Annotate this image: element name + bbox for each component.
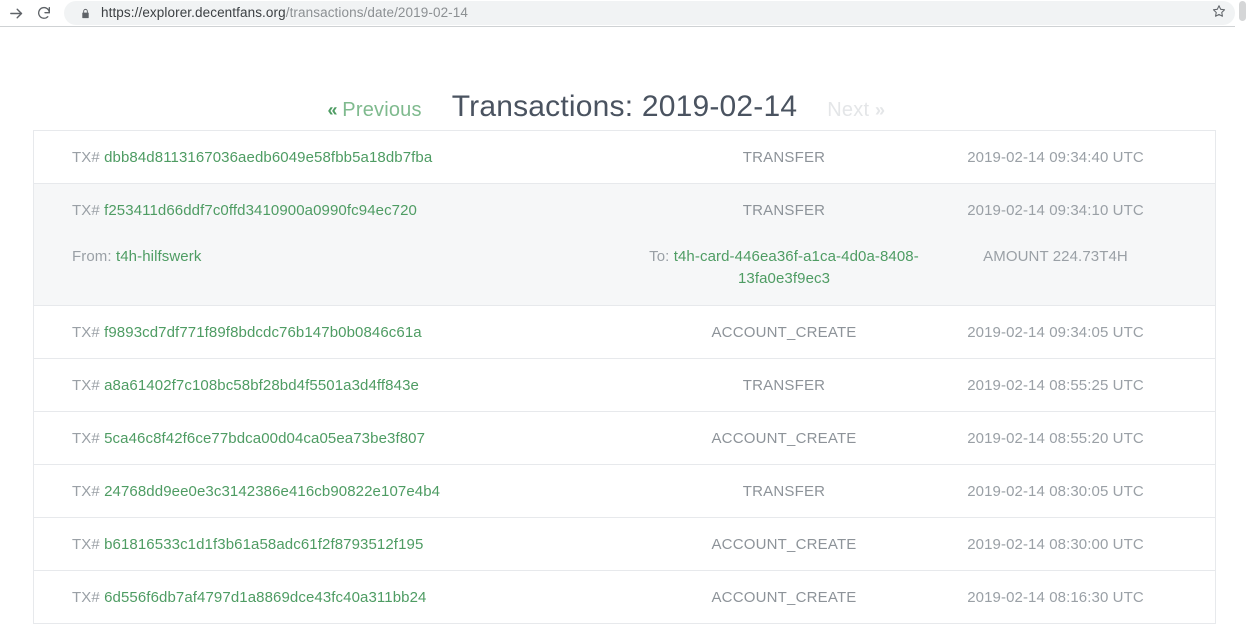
next-page-link[interactable]: Next » [797, 99, 987, 122]
from-account-link[interactable]: t4h-hilfswerk [116, 248, 202, 265]
transaction-type-cell: ACCOUNT_CREATE [711, 588, 857, 606]
transaction-type-cell: TRANSFER [742, 148, 826, 166]
transaction-time-cell: 2019-02-14 08:16:30 UTC [967, 588, 1144, 606]
tx-prefix-label: TX# [72, 588, 100, 606]
transaction-hash-link[interactable]: f9893cd7df771f89f8bdcdc76b147b0b0846c61a [104, 324, 422, 341]
table-row[interactable]: TX# f9893cd7df771f89f8bdcdc76b147b0b0846… [34, 306, 1215, 359]
transaction-type-cell: ACCOUNT_CREATE [711, 535, 857, 553]
transaction-type-cell: TRANSFER [742, 482, 826, 500]
transaction-time-cell: 2019-02-14 08:55:25 UTC [967, 376, 1144, 394]
transaction-hash-link[interactable]: 6d556f6db7af4797d1a8869dce43fc40a311bb24 [104, 589, 426, 606]
transaction-time-cell: 2019-02-14 09:34:05 UTC [967, 323, 1144, 341]
tx-prefix-label: TX# [72, 429, 100, 447]
transaction-hash-link[interactable]: f253411d66ddf7c0ffd3410900a0990fc94ec720 [104, 202, 417, 219]
amount-value: 224.73T4H [1052, 248, 1128, 265]
transaction-hash-link[interactable]: 24768dd9ee0e3c3142386e416cb90822e107e4b4 [104, 483, 440, 500]
forward-button[interactable] [2, 1, 30, 25]
bookmark-button[interactable] [1207, 1, 1231, 25]
transaction-summary: TX# a8a61402f7c108bc58bf28bd4f5501a3d4ff… [34, 359, 1215, 411]
url-text[interactable]: https://explorer.decentfans.org/transact… [101, 1, 1207, 25]
url-domain: https://explorer.decentfans.org [101, 5, 286, 20]
lock-icon [78, 6, 92, 20]
tx-prefix-label: TX# [72, 323, 100, 341]
transaction-type-cell: TRANSFER [742, 376, 826, 394]
transactions-table: TX# dbb84d8113167036aedb6049e58fbb5a18db… [33, 130, 1216, 624]
table-row[interactable]: TX# 5ca46c8f42f6ce77bdca00d04ca05ea73be3… [34, 412, 1215, 465]
transaction-hash-cell[interactable]: TX# b61816533c1d1f3b61a58adc61f2f8793512… [34, 536, 634, 553]
transaction-from-cell: From: t4h-hilfswerk [34, 246, 634, 268]
page-content: « Previous Transactions: 2019-02-14 Next… [0, 27, 1249, 642]
transaction-summary: TX# 6d556f6db7af4797d1a8869dce43fc40a311… [34, 571, 1215, 623]
double-chevron-left-icon: « [327, 100, 338, 120]
transaction-hash-link[interactable]: 5ca46c8f42f6ce77bdca00d04ca05ea73be3f807 [104, 430, 425, 447]
double-chevron-right-icon: » [874, 100, 885, 120]
bookmark-star-icon [1212, 4, 1226, 23]
tx-prefix-label: TX# [72, 201, 100, 219]
transaction-hash-link[interactable]: a8a61402f7c108bc58bf28bd4f5501a3d4ff843e [104, 377, 419, 394]
browser-toolbar: https://explorer.decentfans.org/transact… [0, 0, 1249, 27]
reload-button[interactable] [30, 1, 58, 25]
transaction-amount-cell: AMOUNT 224.73T4H [934, 246, 1215, 268]
transaction-hash-cell[interactable]: TX# 24768dd9ee0e3c3142386e416cb90822e107… [34, 483, 634, 500]
transaction-hash-link[interactable]: dbb84d8113167036aedb6049e58fbb5a18db7fba [104, 149, 432, 166]
table-row[interactable]: TX# 6d556f6db7af4797d1a8869dce43fc40a311… [34, 571, 1215, 624]
transaction-summary: TX# b61816533c1d1f3b61a58adc61f2f8793512… [34, 518, 1215, 570]
scrollbar-thumb[interactable] [1239, 1, 1246, 21]
address-bar[interactable]: https://explorer.decentfans.org/transact… [64, 1, 1235, 25]
transaction-time-cell: 2019-02-14 09:34:10 UTC [967, 201, 1144, 219]
table-row[interactable]: TX# a8a61402f7c108bc58bf28bd4f5501a3d4ff… [34, 359, 1215, 412]
table-row[interactable]: TX# dbb84d8113167036aedb6049e58fbb5a18db… [34, 131, 1215, 184]
transaction-hash-cell[interactable]: TX# f9893cd7df771f89f8bdcdc76b147b0b0846… [34, 324, 634, 341]
transaction-hash-cell[interactable]: TX# 5ca46c8f42f6ce77bdca00d04ca05ea73be3… [34, 430, 634, 447]
transaction-summary: TX# dbb84d8113167036aedb6049e58fbb5a18db… [34, 131, 1215, 183]
transaction-time-cell: 2019-02-14 09:34:40 UTC [967, 148, 1144, 166]
forward-arrow-icon [8, 5, 25, 22]
transaction-hash-cell[interactable]: TX# dbb84d8113167036aedb6049e58fbb5a18db… [34, 149, 634, 166]
tx-prefix-label: TX# [72, 535, 100, 553]
transaction-type-cell: TRANSFER [742, 201, 826, 219]
transaction-summary: TX# 5ca46c8f42f6ce77bdca00d04ca05ea73be3… [34, 412, 1215, 464]
next-label: Next [827, 99, 870, 121]
to-prefix-label: To: [649, 248, 670, 265]
to-account-link[interactable]: t4h-card-446ea36f-a1ca-4d0a-8408-13fa0e3… [674, 248, 919, 287]
transaction-hash-cell[interactable]: TX# 6d556f6db7af4797d1a8869dce43fc40a311… [34, 589, 634, 606]
transaction-detail: From: t4h-hilfswerk To: t4h-card-446ea36… [34, 236, 1215, 305]
transaction-hash-link[interactable]: b61816533c1d1f3b61a58adc61f2f8793512f195 [104, 536, 423, 553]
tx-prefix-label: TX# [72, 482, 100, 500]
tx-prefix-label: TX# [72, 376, 100, 394]
table-row[interactable]: TX# f253411d66ddf7c0ffd3410900a0990fc94e… [34, 184, 1215, 306]
from-prefix-label: From: [72, 248, 112, 265]
page-scrollbar[interactable] [1235, 0, 1249, 27]
transaction-hash-cell[interactable]: TX# f253411d66ddf7c0ffd3410900a0990fc94e… [34, 202, 634, 219]
transaction-to-cell: To: t4h-card-446ea36f-a1ca-4d0a-8408-13f… [634, 246, 934, 290]
page-header: « Previous Transactions: 2019-02-14 Next… [0, 27, 1249, 130]
page-title: Transactions: 2019-02-14 [451, 90, 798, 123]
transaction-summary: TX# 24768dd9ee0e3c3142386e416cb90822e107… [34, 465, 1215, 517]
previous-label: Previous [342, 99, 422, 121]
amount-prefix-label: AMOUNT [983, 248, 1049, 265]
transaction-type-cell: ACCOUNT_CREATE [711, 429, 857, 447]
table-row[interactable]: TX# b61816533c1d1f3b61a58adc61f2f8793512… [34, 518, 1215, 571]
transaction-type-cell: ACCOUNT_CREATE [711, 323, 857, 341]
transaction-time-cell: 2019-02-14 08:55:20 UTC [967, 429, 1144, 447]
previous-page-link[interactable]: « Previous [262, 99, 452, 122]
transaction-summary: TX# f9893cd7df771f89f8bdcdc76b147b0b0846… [34, 306, 1215, 358]
transaction-time-cell: 2019-02-14 08:30:05 UTC [967, 482, 1144, 500]
transaction-time-cell: 2019-02-14 08:30:00 UTC [967, 535, 1144, 553]
table-row[interactable]: TX# 24768dd9ee0e3c3142386e416cb90822e107… [34, 465, 1215, 518]
reload-icon [36, 5, 52, 21]
transaction-summary: TX# f253411d66ddf7c0ffd3410900a0990fc94e… [34, 184, 1215, 236]
url-path: /transactions/date/2019-02-14 [285, 5, 468, 20]
tx-prefix-label: TX# [72, 148, 100, 166]
transaction-hash-cell[interactable]: TX# a8a61402f7c108bc58bf28bd4f5501a3d4ff… [34, 377, 634, 394]
